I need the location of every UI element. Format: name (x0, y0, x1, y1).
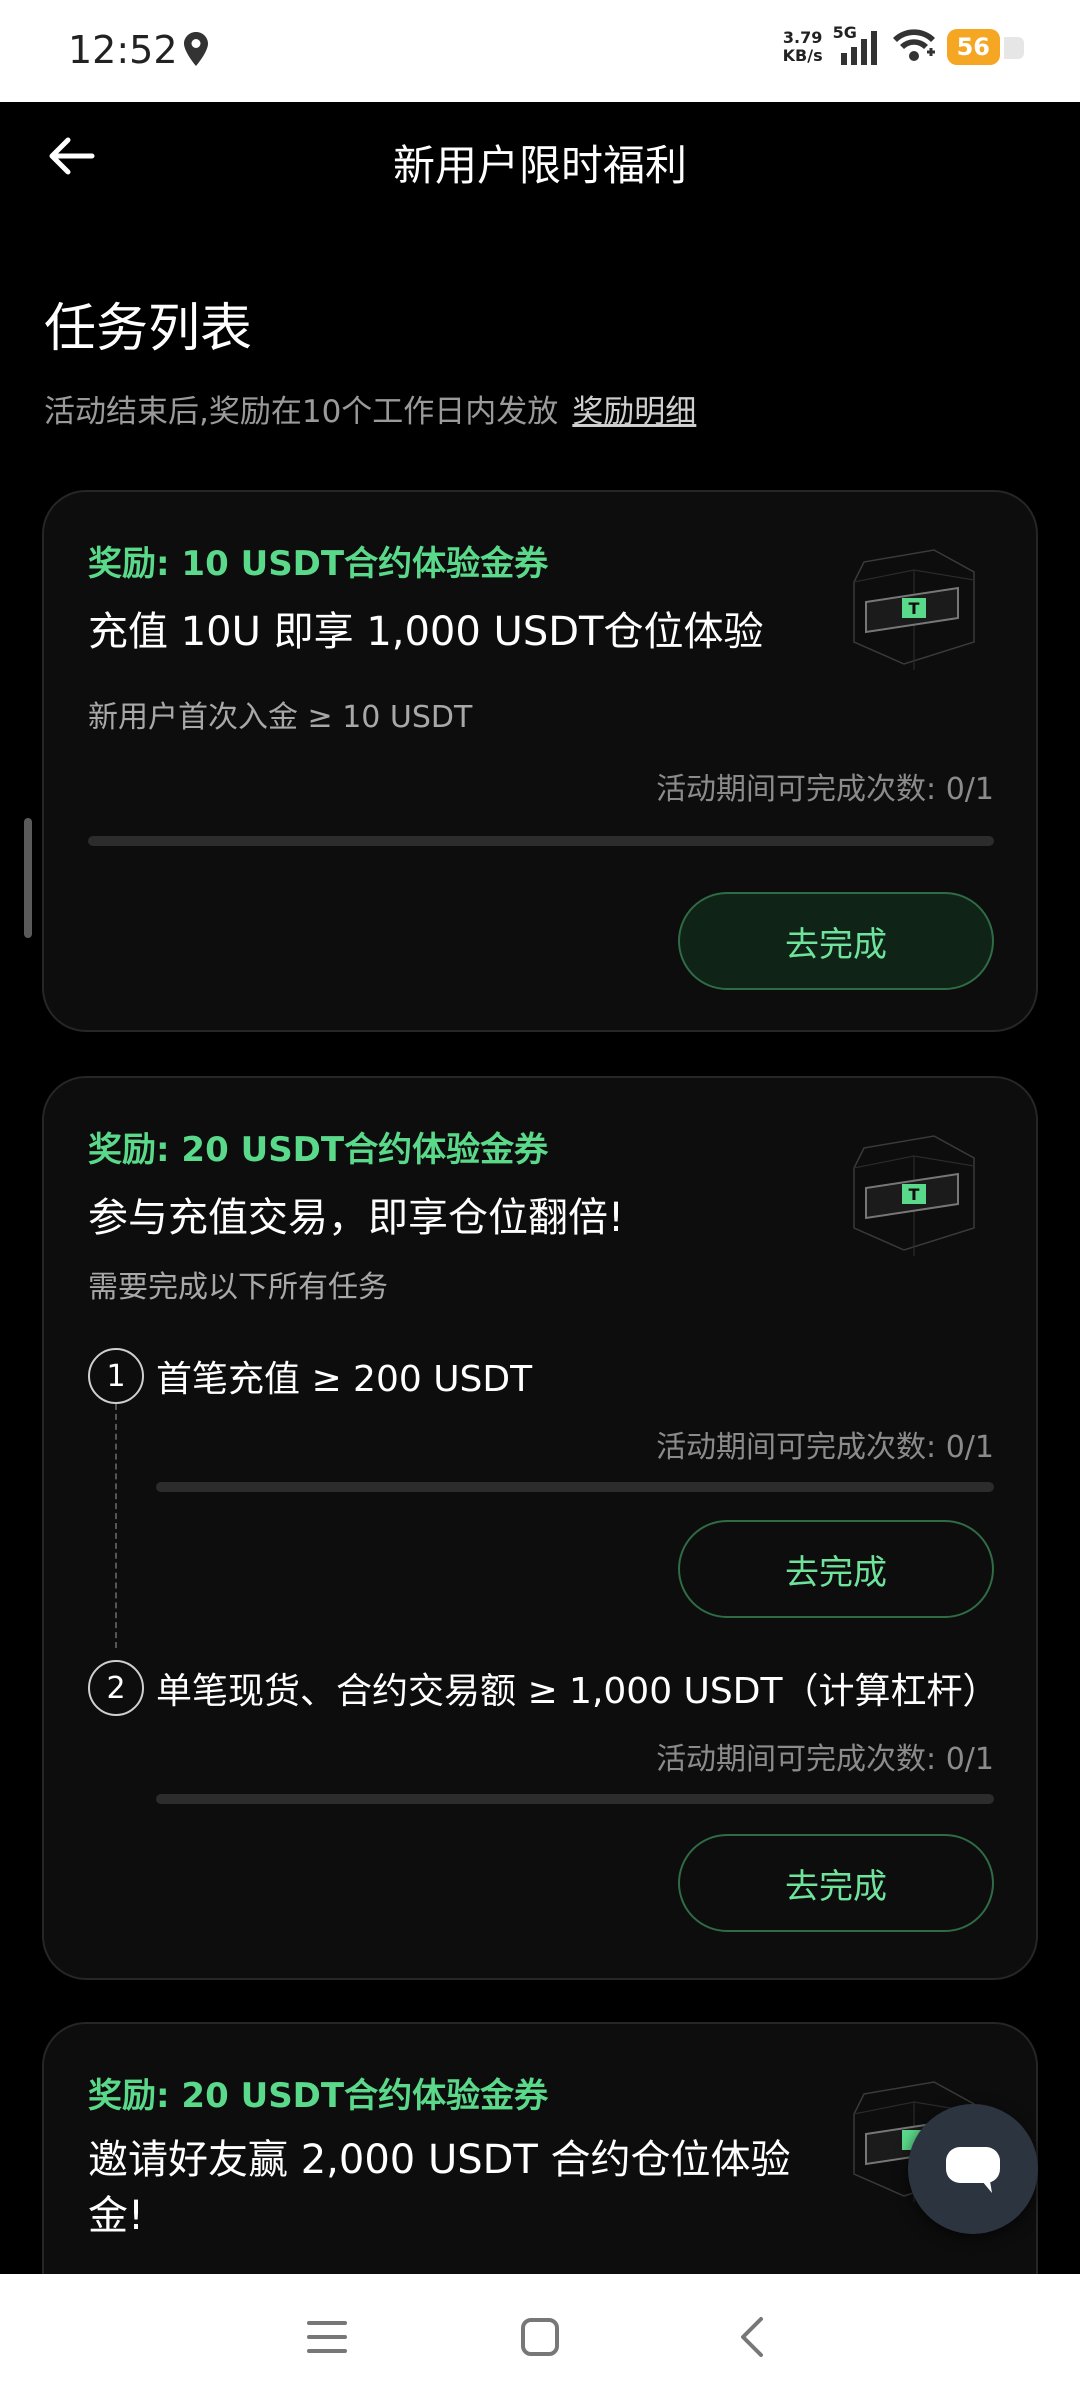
coupon-icon: T (853, 1135, 975, 1256)
svg-text:T: T (909, 599, 920, 618)
battery-indicator: 56 (946, 29, 1025, 65)
completion-count: 活动期间可完成次数: 0/1 (656, 772, 994, 807)
page-title: 新用户限时福利 (392, 141, 687, 190)
reward-label: 奖励: 20 USDT合约体验金券 (88, 1130, 549, 1170)
net-speed-value: 3.79 (782, 28, 823, 47)
task-card: 奖励: 10 USDT合约体验金券 充值 10U 即享 1,000 USDT仓位… (42, 490, 1038, 1032)
completion-count: 活动期间可完成次数: 0/1 (656, 1430, 994, 1465)
chat-bubble-icon (946, 2147, 1000, 2193)
network-speed: 3.79 KB/s (783, 29, 823, 65)
location-pin-icon (182, 30, 210, 72)
menu-icon (306, 2321, 347, 2353)
customer-support-chat-button[interactable] (908, 2104, 1038, 2234)
scroll-indicator[interactable] (24, 818, 32, 938)
home-button[interactable] (510, 2307, 570, 2367)
system-navigation-bar (0, 2274, 1080, 2400)
step-text: 首笔充值 ≥ 200 USDT (156, 1359, 533, 1400)
home-square-icon (520, 2318, 559, 2356)
step-text: 单笔现货、合约交易额 ≥ 1,000 USDT（计算杠杆） (156, 1671, 999, 1712)
net-speed-unit: KB/s (782, 46, 823, 65)
status-time: 12:52 (68, 28, 178, 72)
completion-count: 活动期间可完成次数: 0/1 (656, 1742, 994, 1777)
step-number: 2 (88, 1660, 144, 1716)
progress-bar (88, 836, 994, 846)
coupon-icon: T (853, 549, 975, 670)
reward-label: 奖励: 10 USDT合约体验金券 (88, 544, 549, 584)
step-number: 1 (88, 1348, 144, 1404)
task-title: 充值 10U 即享 1,000 USDT仓位体验 (88, 609, 764, 655)
status-bar: 12:52 3.79 KB/s 5G 56 (0, 0, 1080, 102)
progress-bar (156, 1794, 994, 1804)
complete-task-button[interactable]: 去完成 (678, 892, 994, 990)
reward-detail-link[interactable]: 奖励明细 (572, 394, 696, 430)
recent-apps-button[interactable] (297, 2307, 357, 2367)
svg-text:T: T (909, 1185, 920, 1204)
complete-task-button[interactable]: 去完成 (678, 1520, 994, 1618)
complete-task-button[interactable]: 去完成 (678, 1834, 994, 1932)
task-card: 奖励: 20 USDT合约体验金券 参与充值交易，即享仓位翻倍! 需要完成以下所… (42, 1076, 1038, 1980)
task-desc: 需要完成以下所有任务 (88, 1270, 388, 1305)
step-connector (115, 1404, 117, 1648)
chevron-left-icon (741, 2317, 764, 2357)
reward-label: 奖励: 20 USDT合约体验金券 (88, 2076, 549, 2116)
subtitle-text: 活动结束后,奖励在10个工作日内发放 (44, 394, 559, 430)
task-desc: 新用户首次入金 ≥ 10 USDT (88, 700, 473, 735)
task-title: 邀请好友赢 2,000 USDT 合约仓位体验金! (88, 2137, 791, 2239)
section-title: 任务列表 (44, 299, 253, 359)
system-back-button[interactable] (723, 2307, 783, 2367)
wifi-icon (891, 26, 937, 68)
task-title: 参与充值交易，即享仓位翻倍! (88, 1195, 625, 1241)
cellular-signal-icon: 5G (833, 23, 881, 67)
section-subtitle: 活动结束后,奖励在10个工作日内发放 奖励明细 (44, 386, 696, 431)
progress-bar (156, 1482, 994, 1492)
status-indicators: 3.79 KB/s 5G 56 (783, 23, 1025, 68)
